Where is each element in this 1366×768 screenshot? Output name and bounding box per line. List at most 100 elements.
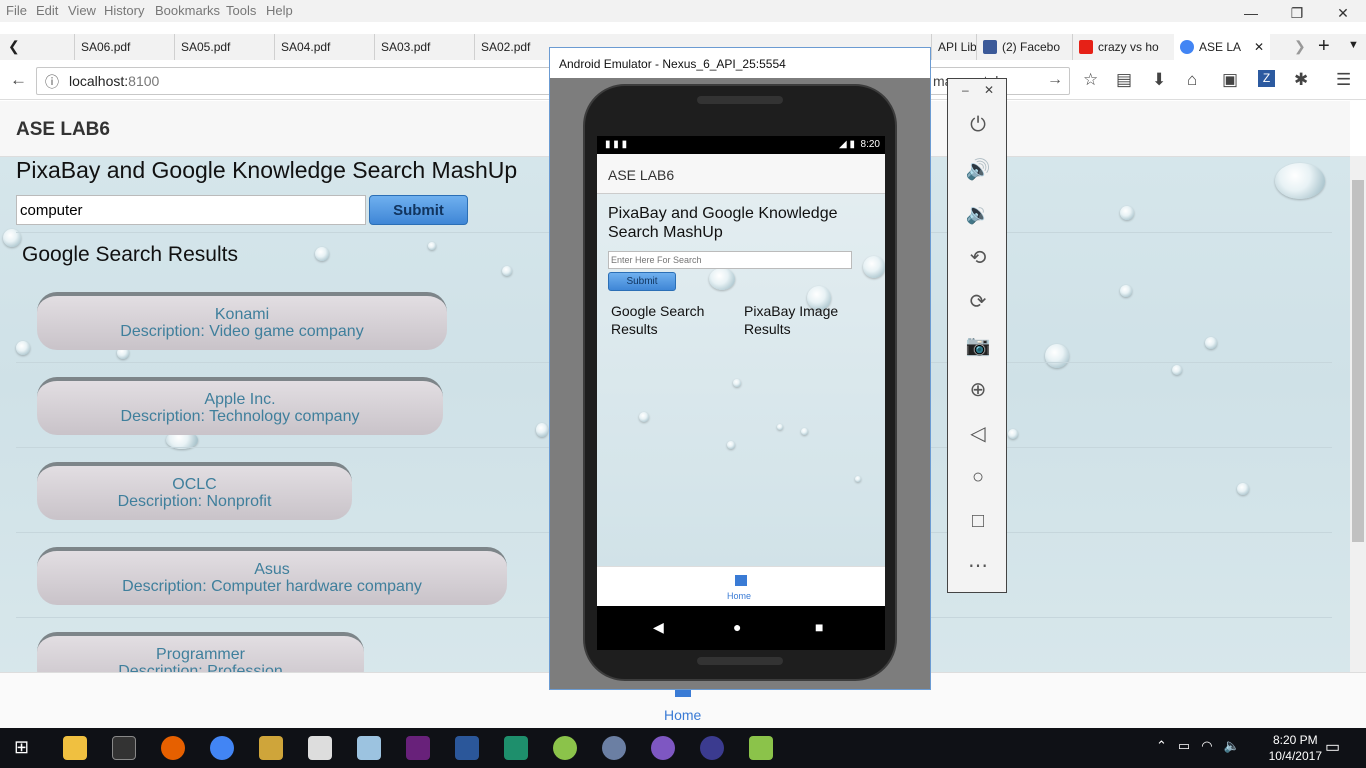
emulator-minimize-icon[interactable]: –	[962, 83, 969, 97]
document-icon[interactable]	[308, 736, 332, 760]
windows-taskbar: ⊞ ⌃ ▭ ◠ 🔈 8:20 PM 10/4/2017 ▭	[0, 728, 1366, 768]
screenshot-icon[interactable]: ▣	[1222, 70, 1238, 90]
menu-tools[interactable]: Tools	[226, 3, 256, 18]
search-input[interactable]	[16, 195, 366, 225]
volume-up-icon[interactable]: 🔊	[964, 155, 992, 183]
menu-view[interactable]: View	[68, 3, 96, 18]
visual-studio-icon[interactable]	[406, 736, 430, 760]
result-card[interactable]: OCLC Description: Nonprofit	[37, 462, 352, 520]
mobile-submit-button[interactable]: Submit	[608, 272, 676, 291]
volume-down-icon[interactable]: 🔉	[964, 199, 992, 227]
close-tab-icon[interactable]: ✕	[1254, 40, 1270, 54]
home-icon[interactable]: ⌂	[1187, 70, 1197, 90]
mobile-home-label[interactable]: Home	[727, 591, 751, 601]
rotate-left-icon[interactable]: ⟲	[964, 243, 992, 271]
tabs-scroll-left-icon[interactable]: ❮	[8, 38, 20, 55]
github-icon[interactable]	[651, 736, 675, 760]
close-window-icon[interactable]: ✕	[1320, 0, 1366, 26]
scrollbar-thumb[interactable]	[1352, 180, 1364, 542]
tray-expand-icon[interactable]: ⌃	[1156, 738, 1167, 754]
r-icon[interactable]	[602, 736, 626, 760]
phone-frame: ▮ ▮ ▮ ◢ ▮ 8:20 ASE LAB6 PixaBay and Goog…	[583, 84, 897, 681]
emulator-app-icon[interactable]	[749, 736, 773, 760]
info-icon[interactable]: ⓘ	[45, 72, 59, 92]
mobile-app-title: ASE LAB6	[608, 167, 675, 183]
new-tab-icon[interactable]: +	[1318, 35, 1330, 58]
mobile-search-input[interactable]	[608, 251, 852, 269]
action-center-icon[interactable]: ▭	[1325, 737, 1340, 757]
menu-bar: File Edit View History Bookmarks Tools H…	[0, 0, 1366, 22]
webstorm-icon[interactable]	[504, 736, 528, 760]
notes-icon[interactable]	[357, 736, 381, 760]
tab-ase-lab[interactable]: ASE LA ✕	[1174, 34, 1270, 60]
result-name: Programmer	[156, 646, 245, 663]
rotate-right-icon[interactable]: ⟳	[964, 287, 992, 315]
android-home-icon[interactable]: ●	[733, 619, 741, 635]
url-host: localhost:	[69, 73, 129, 89]
eclipse-icon[interactable]	[700, 736, 724, 760]
tab-label: API Library	[938, 40, 976, 54]
result-card[interactable]: Asus Description: Computer hardware comp…	[37, 547, 507, 605]
mobile-app-header: ASE LAB6	[597, 154, 885, 194]
url-port: 8100	[128, 73, 160, 89]
tabs-scroll-right-icon[interactable]: ❯	[1294, 38, 1306, 55]
android-recents-icon[interactable]: ■	[815, 619, 823, 635]
menu-history[interactable]: History	[104, 3, 144, 18]
camera-icon[interactable]: 📷	[964, 331, 992, 359]
windows-start-icon[interactable]: ⊞	[14, 737, 29, 758]
tab-list-icon[interactable]: ▼	[1348, 39, 1359, 51]
firefox-icon[interactable]	[161, 736, 185, 760]
mobile-home-icon[interactable]	[735, 575, 747, 586]
android-back-icon[interactable]: ◀	[653, 619, 664, 636]
chrome-icon[interactable]	[210, 736, 234, 760]
tab-youtube[interactable]: crazy vs ho	[1072, 34, 1172, 60]
overview-square-icon[interactable]: □	[964, 507, 992, 535]
menu-bookmarks[interactable]: Bookmarks	[155, 3, 220, 18]
tab-sa06[interactable]: SA06.pdf	[74, 34, 174, 60]
water-drop	[1275, 163, 1325, 199]
footer-home-label[interactable]: Home	[664, 707, 701, 723]
tab-facebook[interactable]: (2) Facebo	[976, 34, 1072, 60]
tab-sa04[interactable]: SA04.pdf	[274, 34, 374, 60]
zotero-icon[interactable]: Z	[1258, 70, 1275, 87]
command-prompt-icon[interactable]	[112, 736, 136, 760]
restore-window-icon[interactable]: ❐	[1274, 0, 1320, 26]
google-search-results-title: Google Search Results	[22, 243, 238, 266]
more-options-icon[interactable]: ⋯	[964, 551, 992, 579]
back-icon[interactable]: ←	[10, 70, 27, 90]
android-studio-icon[interactable]	[553, 736, 577, 760]
bookmark-star-icon[interactable]: ☆	[1083, 70, 1098, 90]
extension-icon[interactable]: ✱	[1294, 70, 1308, 90]
page-scrollbar[interactable]	[1350, 156, 1366, 672]
tools-icon[interactable]	[259, 736, 283, 760]
battery-icon[interactable]: ▭	[1178, 738, 1190, 754]
emulator-close-icon[interactable]: ✕	[984, 83, 994, 97]
taskbar-clock[interactable]: 8:20 PM 10/4/2017	[1269, 732, 1322, 764]
hamburger-menu-icon[interactable]: ☰	[1336, 70, 1351, 90]
menu-edit[interactable]: Edit	[36, 3, 58, 18]
zoom-icon[interactable]: ⊕	[964, 375, 992, 403]
back-triangle-icon[interactable]: ◁	[964, 419, 992, 447]
water-drop	[1045, 344, 1069, 368]
submit-button[interactable]: Submit	[369, 195, 468, 225]
emulator-title-bar: Android Emulator - Nexus_6_API_25:5554	[550, 48, 930, 78]
speaker-grille	[697, 657, 783, 665]
tab-sa03[interactable]: SA03.pdf	[374, 34, 474, 60]
home-circle-icon[interactable]: ○	[964, 463, 992, 491]
file-explorer-icon[interactable]	[63, 736, 87, 760]
wifi-icon[interactable]: ◠	[1201, 738, 1212, 754]
downloads-icon[interactable]: ⬇	[1152, 70, 1166, 90]
menu-file[interactable]: File	[6, 3, 27, 18]
power-icon[interactable]: ⏻	[964, 111, 992, 139]
reader-view-icon[interactable]: ▤	[1116, 70, 1132, 90]
word-icon[interactable]	[455, 736, 479, 760]
tab-sa02[interactable]: SA02.pdf	[474, 34, 550, 60]
result-card[interactable]: Apple Inc. Description: Technology compa…	[37, 377, 443, 435]
tab-api-library[interactable]: API Library	[931, 34, 976, 60]
menu-help[interactable]: Help	[266, 3, 293, 18]
go-icon[interactable]: →	[1047, 71, 1063, 89]
speaker-icon[interactable]: 🔈	[1224, 738, 1240, 754]
tab-sa05[interactable]: SA05.pdf	[174, 34, 274, 60]
minimize-window-icon[interactable]: —	[1228, 0, 1274, 26]
result-card[interactable]: Konami Description: Video game company	[37, 292, 447, 350]
